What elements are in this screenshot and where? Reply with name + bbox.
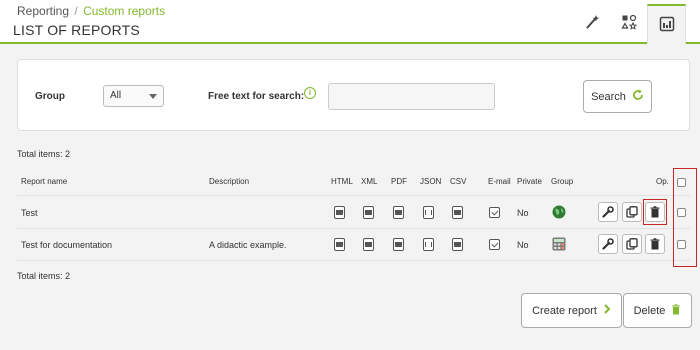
col-header-pdf: PDF [391,177,407,186]
create-report-label: Create report [532,304,597,317]
col-header-name: Report name [21,177,68,186]
checkbox-column-highlight [673,168,697,267]
pdf-export-icon[interactable] [393,206,404,219]
group-select-value: All [110,90,122,101]
total-items-bottom: Total items: 2 [17,271,71,281]
json-export-icon[interactable] [423,238,434,251]
col-header-group: Group [551,177,574,186]
calculator-icon [552,237,566,256]
delete-label: Delete [633,304,666,317]
search-button[interactable]: Search [583,80,652,113]
breadcrumb-root[interactable]: Reporting [17,4,69,18]
create-report-button[interactable]: Create report [521,293,622,328]
row-divider [17,260,690,261]
report-name[interactable]: Test [21,208,38,218]
chevron-right-icon [603,304,611,317]
breadcrumb: Reporting / Custom reports [17,4,165,18]
free-text-input[interactable] [328,83,495,110]
edit-wrench-icon[interactable] [598,202,618,222]
col-header-csv: CSV [450,177,467,186]
delete-trash-icon[interactable] [645,234,665,254]
edit-wrench-icon[interactable] [598,234,618,254]
group-label: Group [35,91,65,102]
html-export-icon[interactable] [334,206,345,219]
col-header-html: HTML [331,177,353,186]
row-divider [17,228,690,229]
col-header-xml: XML [361,177,378,186]
col-header-email: E-mail [488,177,511,186]
free-text-label: Free text for search: [208,91,305,102]
tab-report-list[interactable] [647,4,686,44]
search-panel: Group All Free text for search: i Search [17,59,690,131]
refresh-icon [632,89,644,104]
col-header-json: JSON [420,177,442,186]
csv-export-icon[interactable] [452,238,463,251]
page-title: LIST OF REPORTS [13,22,140,38]
html-export-icon[interactable] [334,238,345,251]
breadcrumb-current[interactable]: Custom reports [83,4,165,18]
page-header: Reporting / Custom reports LIST OF REPOR… [0,0,700,44]
xml-export-icon[interactable] [363,238,374,251]
delete-button[interactable]: Delete [623,293,692,328]
col-header-description: Description [209,177,250,186]
col-header-op: Op. [656,177,669,186]
breadcrumb-separator: / [74,4,78,18]
delete-highlight [643,199,667,225]
search-button-label: Search [591,90,626,103]
private-value: No [517,240,529,250]
report-list-icon [659,16,675,37]
col-header-private: Private [517,177,542,186]
json-export-icon[interactable] [423,206,434,219]
report-name[interactable]: Test for documentation [21,240,112,250]
email-icon[interactable] [489,239,500,250]
xml-export-icon[interactable] [363,206,374,219]
group-select[interactable]: All [103,85,164,107]
copy-icon[interactable] [622,202,642,222]
report-description: A didactic example. [209,240,287,250]
row-divider [17,195,690,196]
globe-icon [552,205,566,224]
csv-export-icon[interactable] [452,206,463,219]
private-value: No [517,208,529,218]
wizard-icon[interactable] [580,10,604,34]
total-items-top: Total items: 2 [17,149,71,159]
trash-icon [671,303,681,318]
shapes-icon[interactable] [617,10,641,34]
info-icon[interactable]: i [304,87,316,99]
email-icon[interactable] [489,207,500,218]
copy-icon[interactable] [622,234,642,254]
chevron-down-icon [149,94,157,99]
pdf-export-icon[interactable] [393,238,404,251]
